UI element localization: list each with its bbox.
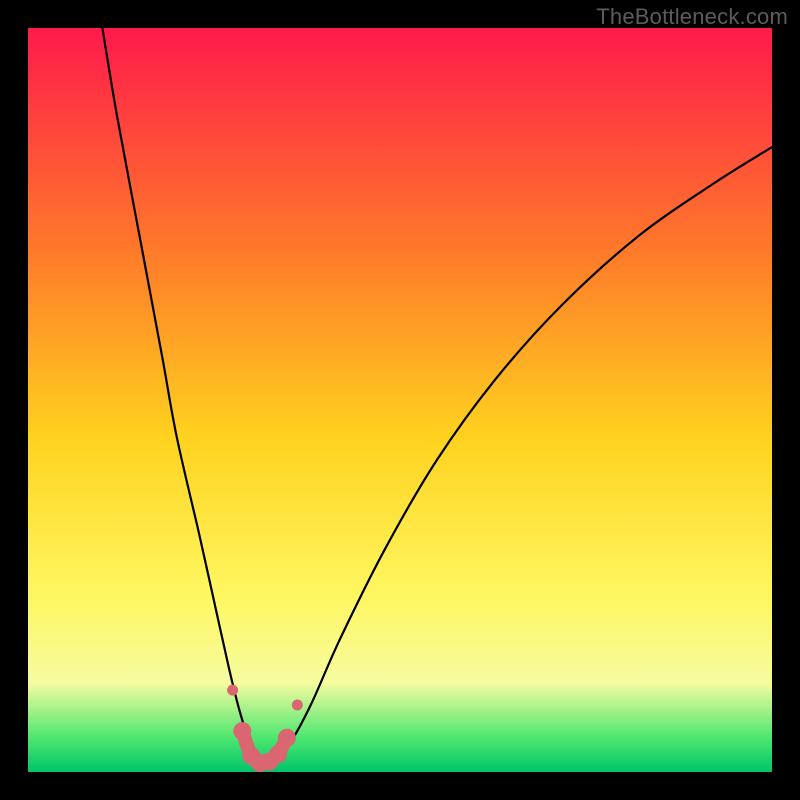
stage: TheBottleneck.com bbox=[0, 0, 800, 800]
watermark-text: TheBottleneck.com bbox=[596, 4, 788, 30]
marker-dot bbox=[269, 745, 287, 763]
marker-dot bbox=[227, 685, 238, 696]
marker-dot bbox=[292, 700, 303, 711]
marker-dot bbox=[233, 722, 251, 740]
chart-svg bbox=[28, 28, 772, 772]
chart-background bbox=[28, 28, 772, 772]
bottleneck-chart bbox=[28, 28, 772, 772]
marker-dot bbox=[278, 729, 296, 747]
